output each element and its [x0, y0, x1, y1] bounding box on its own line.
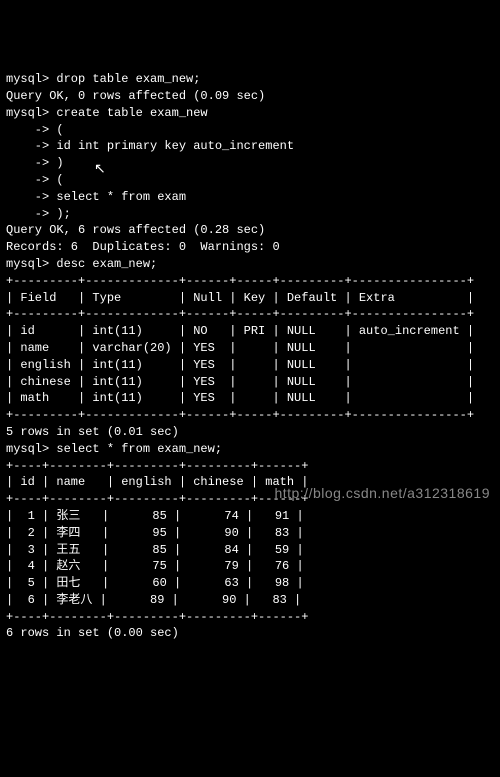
- terminal-line: | 3 | 王五 | 85 | 84 | 59 |: [6, 542, 494, 559]
- terminal-line: -> (: [6, 122, 494, 139]
- terminal-line: Query OK, 6 rows affected (0.28 sec): [6, 222, 494, 239]
- terminal-line: Records: 6 Duplicates: 0 Warnings: 0: [6, 239, 494, 256]
- terminal-line: | 1 | 张三 | 85 | 74 | 91 |: [6, 508, 494, 525]
- terminal-line: -> (: [6, 172, 494, 189]
- terminal-line: | english | int(11) | YES | | NULL | |: [6, 357, 494, 374]
- terminal-line: 5 rows in set (0.01 sec): [6, 424, 494, 441]
- terminal-line: 6 rows in set (0.00 sec): [6, 625, 494, 642]
- terminal-line: -> select * from exam: [6, 189, 494, 206]
- terminal-line: | 2 | 李四 | 95 | 90 | 83 |: [6, 525, 494, 542]
- terminal-line: | chinese | int(11) | YES | | NULL | |: [6, 374, 494, 391]
- terminal-line: | name | varchar(20) | YES | | NULL | |: [6, 340, 494, 357]
- terminal-line: -> id int primary key auto_increment: [6, 138, 494, 155]
- terminal-line: +----+--------+---------+---------+-----…: [6, 609, 494, 626]
- terminal-line: +----+--------+---------+---------+-----…: [6, 458, 494, 475]
- terminal-line: | id | int(11) | NO | PRI | NULL | auto_…: [6, 323, 494, 340]
- terminal-line: +---------+-------------+------+-----+--…: [6, 306, 494, 323]
- terminal-line: | 4 | 赵六 | 75 | 79 | 76 |: [6, 558, 494, 575]
- terminal-line: mysql> drop table exam_new;: [6, 71, 494, 88]
- terminal-line: +---------+-------------+------+-----+--…: [6, 273, 494, 290]
- terminal-line: mysql> desc exam_new;: [6, 256, 494, 273]
- terminal-line: | 5 | 田七 | 60 | 63 | 98 |: [6, 575, 494, 592]
- terminal-line: +---------+-------------+------+-----+--…: [6, 407, 494, 424]
- terminal-line: mysql> create table exam_new: [6, 105, 494, 122]
- terminal-line: -> );: [6, 206, 494, 223]
- terminal-line: Query OK, 0 rows affected (0.09 sec): [6, 88, 494, 105]
- terminal-output[interactable]: mysql> drop table exam_new;Query OK, 0 r…: [6, 71, 494, 642]
- watermark-text: http://blog.csdn.net/a312318619: [274, 484, 490, 504]
- terminal-line: | 6 | 李老八 | 89 | 90 | 83 |: [6, 592, 494, 609]
- terminal-line: mysql> select * from exam_new;: [6, 441, 494, 458]
- terminal-line: | Field | Type | Null | Key | Default | …: [6, 290, 494, 307]
- terminal-line: | math | int(11) | YES | | NULL | |: [6, 390, 494, 407]
- terminal-line: -> ): [6, 155, 494, 172]
